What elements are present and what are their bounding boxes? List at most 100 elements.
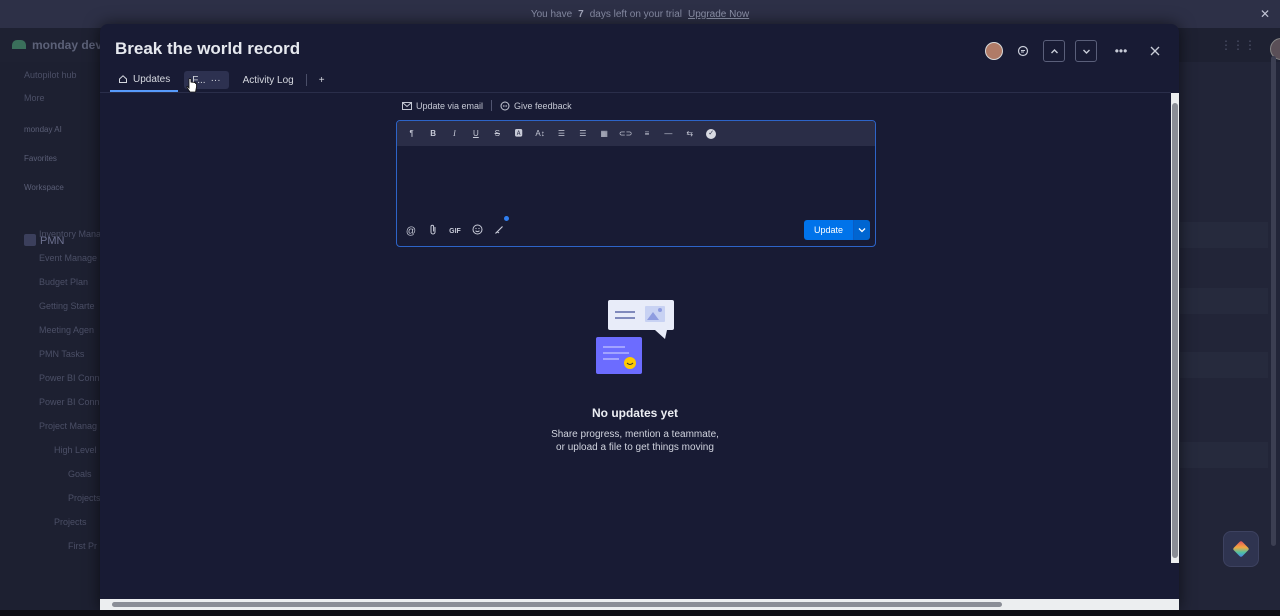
next-item-button[interactable] [1075,40,1097,62]
sidebar-item: PMN Tasks [39,349,85,359]
align-icon[interactable]: ≡ [636,129,657,138]
numbered-list-icon[interactable]: ☰ [551,129,572,138]
chevron-down-icon [1082,49,1090,54]
sidebar-item: Inventory Mana [39,229,102,239]
give-feedback-link[interactable]: Give feedback [500,101,572,111]
item-title[interactable]: Break the world record [115,39,300,59]
link-icon[interactable]: ⊂⊃ [615,129,636,138]
background-scrollbar [1271,56,1276,546]
text-color-icon[interactable]: 🅰 [508,128,529,139]
checklist-icon[interactable]: ✓ [700,128,721,139]
italic-icon[interactable]: I [444,129,465,138]
close-banner-icon[interactable]: ✕ [1260,7,1270,21]
ai-write-icon[interactable] [491,224,507,238]
panel-tabs: Updates F... ··· Activity Log + [110,68,333,92]
empty-state-line-1: Share progress, mention a teammate, [551,429,719,440]
editor-footer: @ GIF [403,224,507,238]
horizontal-scroll-thumb[interactable] [112,602,1002,607]
update-via-email-link[interactable]: Update via email [402,101,483,111]
chevron-up-icon [1050,48,1058,53]
update-button-group: Update [803,220,870,240]
trial-text-before: You have [530,8,573,20]
sidebar-item: Projects [68,493,101,503]
background-row [1180,222,1268,248]
editor-toolbar: ¶ B I U S 🅰 A↕ ☰ ☰ ▦ ⊂⊃ ≡ — ⇆ ✓ [397,121,875,146]
empty-state-title: No updates yet [591,406,678,420]
sidebar-item: First Pr [68,541,97,551]
sidebar-item: Power BI Conn [39,397,100,407]
empty-state-line-2: or upload a file to get things moving [556,442,714,453]
tab-divider [305,74,307,86]
sidebar-item: Projects [54,517,87,527]
mouse-pointer-icon [186,78,197,93]
background-row [1180,352,1268,378]
sidebar-item: Power BI Conn [39,373,100,383]
item-panel: Break the world record ••• Updates F... … [100,24,1179,610]
link-divider [491,100,493,111]
update-button[interactable]: Update [803,220,853,240]
background-row [1180,442,1268,468]
feedback-icon [500,101,510,110]
trial-days: 7 [578,8,584,20]
assignee-avatar[interactable] [985,42,1003,60]
tab-activity-log-label: Activity Log [242,74,294,86]
sidebar-section: monday AI [24,125,62,134]
ai-assistant-button[interactable] [1223,531,1259,567]
background-row [1180,288,1268,314]
tab-more-icon[interactable]: ··· [211,75,221,86]
bold-icon[interactable]: B [422,129,443,138]
chat-icon[interactable] [1013,41,1033,61]
monday-logo: monday dev [12,38,102,52]
more-options-icon[interactable]: ••• [1107,41,1135,61]
table-icon[interactable]: ▦ [594,129,615,138]
sidebar-item: Event Manage [39,253,98,263]
paragraph-icon[interactable]: ¶ [401,129,422,138]
update-editor[interactable]: ¶ B I U S 🅰 A↕ ☰ ☰ ▦ ⊂⊃ ≡ — ⇆ ✓ @ GIF Up… [396,120,876,247]
sidebar-item: Getting Starte [39,301,95,311]
vertical-scrollbar[interactable] [1171,93,1179,563]
sidebar-item: Meeting Agen [39,325,95,335]
chevron-down-icon [858,228,866,233]
tab-updates[interactable]: Updates [110,68,179,92]
add-view-button[interactable]: + [311,68,333,92]
tab-updates-label: Updates [133,73,171,85]
strikethrough-icon[interactable]: S [487,129,508,138]
sidebar-item: Project Manag [39,421,98,431]
bottom-strip [0,610,1280,616]
emoji-icon[interactable] [469,224,485,238]
apps-grid-icon: ⋮⋮⋮ [1220,38,1256,52]
empty-state-description: Share progress, mention a teammate, or u… [500,428,770,454]
mention-icon[interactable]: @ [403,226,419,237]
new-feature-dot [504,216,509,221]
tab-activity-log[interactable]: Activity Log [235,68,302,92]
underline-icon[interactable]: U [465,129,486,138]
home-icon [119,75,127,83]
give-feedback-label: Give feedback [514,100,572,111]
tabs-divider [100,92,1171,93]
sidebar-item: Budget Plan [39,277,89,287]
ai-sparkle-icon [1232,540,1250,558]
update-options-button[interactable] [853,220,870,240]
attach-icon[interactable] [425,224,441,238]
trial-text-after: days left on your trial [589,8,682,20]
font-size-icon[interactable]: A↕ [529,129,550,138]
close-panel-icon[interactable] [1145,41,1165,61]
sidebar-item: High Level [54,445,97,455]
horizontal-scrollbar[interactable] [100,599,1179,610]
sidebar-section: Favorites [24,154,57,163]
bullet-list-icon[interactable]: ☰ [572,129,593,138]
upgrade-link[interactable]: Upgrade Now [688,9,749,20]
sidebar-section: Workspace [24,183,64,192]
update-via-email-label: Update via email [416,100,484,111]
update-links: Update via email Give feedback [402,100,572,111]
sidebar-item: Autopilot hub [24,70,77,80]
background-sidebar: Autopilot hub More monday AI Favorites W… [0,62,102,616]
vertical-scroll-thumb[interactable] [1172,103,1178,558]
direction-icon[interactable]: ⇆ [679,129,700,138]
gif-icon[interactable]: GIF [447,228,463,235]
panel-header-actions: ••• [985,40,1165,62]
plus-icon: + [318,74,325,86]
envelope-icon [402,101,412,110]
previous-item-button[interactable] [1043,40,1065,62]
divider-icon[interactable]: — [658,129,679,138]
